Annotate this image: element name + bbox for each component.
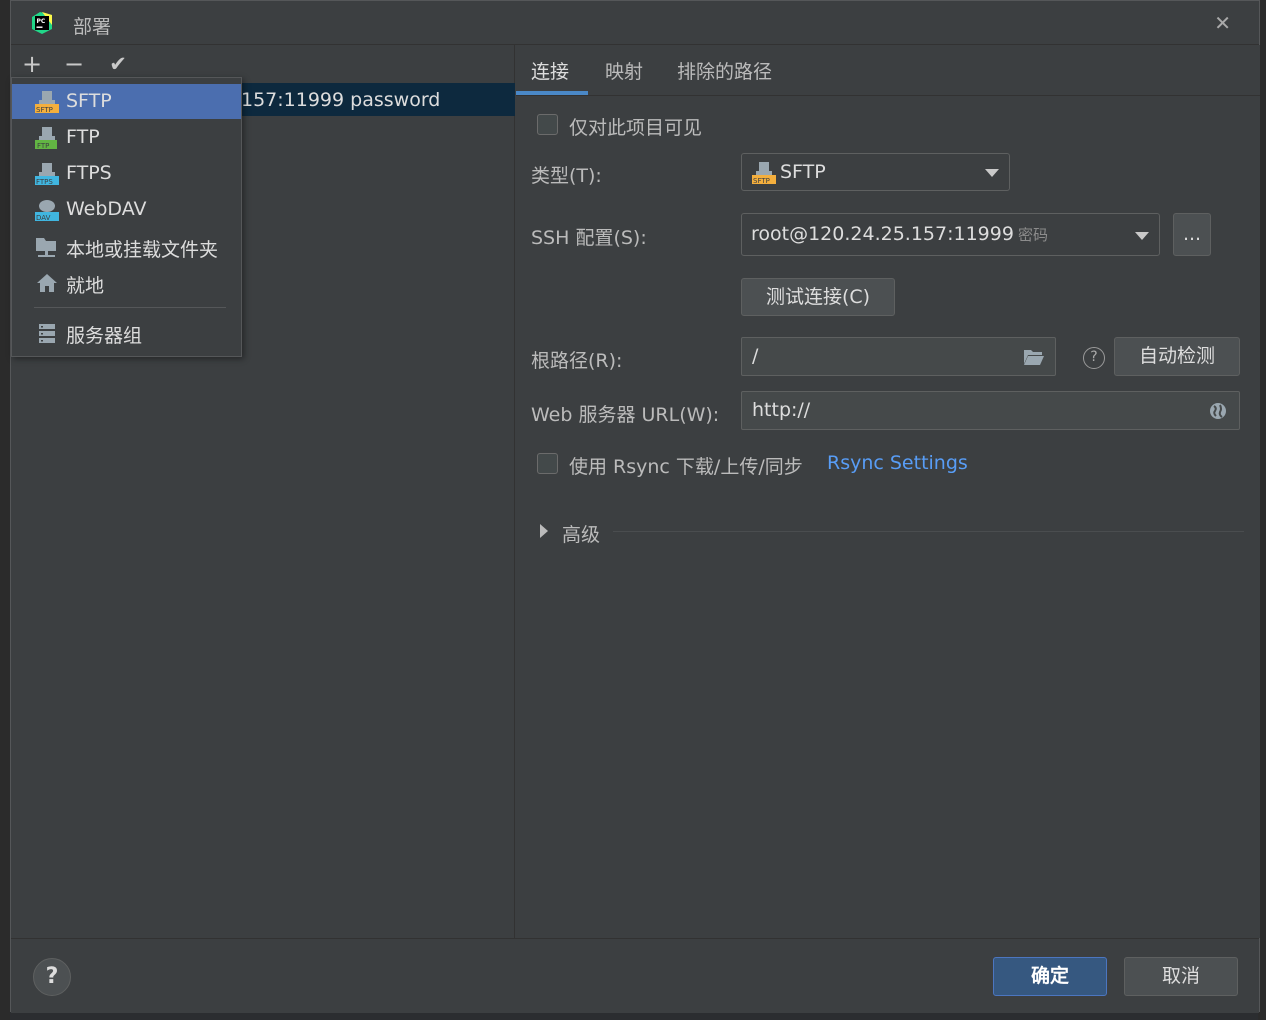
menu-item-ftp[interactable]: FTP FTP bbox=[12, 120, 241, 155]
remove-server-button[interactable]: − bbox=[59, 49, 89, 79]
menu-item-label: 本地或挂载文件夹 bbox=[66, 239, 219, 261]
globe-icon[interactable] bbox=[1207, 401, 1229, 421]
folder-icon bbox=[36, 238, 56, 257]
home-icon bbox=[37, 274, 57, 292]
advanced-section-label[interactable]: 高级 bbox=[562, 520, 600, 547]
svg-text:SFTP: SFTP bbox=[753, 177, 770, 185]
background-window-left bbox=[0, 0, 10, 1020]
menu-item-webdav[interactable]: DAV WebDAV bbox=[12, 192, 241, 227]
help-icon[interactable]: ? bbox=[1083, 347, 1105, 369]
test-connection-button[interactable]: 测试连接(C) bbox=[741, 278, 895, 316]
active-tab-indicator bbox=[516, 91, 588, 95]
autodetect-button[interactable]: 自动检测 bbox=[1114, 337, 1240, 376]
visible-only-checkbox[interactable] bbox=[537, 114, 558, 135]
rsync-label: 使用 Rsync 下载/上传/同步 bbox=[569, 456, 803, 478]
menu-item-label: FTPS bbox=[66, 162, 112, 184]
deployment-dialog: PC 部署 ✕ + − ✔ 157:11999 password SFTP SF… bbox=[10, 0, 1260, 1013]
menu-item-in-place[interactable]: 就地 bbox=[12, 265, 241, 300]
menu-item-label: FTP bbox=[66, 126, 100, 148]
sftp-icon: SFTP bbox=[752, 162, 776, 185]
add-server-type-menu: SFTP SFTP FTP FTP FTPS FTPS DAV WebDAV 本… bbox=[11, 77, 242, 357]
visible-only-label: 仅对此项目可见 bbox=[569, 117, 703, 139]
type-select[interactable]: SFTP SFTP bbox=[741, 153, 1010, 191]
close-icon[interactable]: ✕ bbox=[1214, 11, 1231, 35]
web-url-input[interactable]: http:// bbox=[741, 391, 1240, 430]
folder-open-icon[interactable] bbox=[1023, 347, 1045, 367]
server-settings-pane: 连接 映射 排除的路径 仅对此项目可见 类型(T): SFTP SFTP SSH… bbox=[516, 45, 1260, 938]
menu-separator bbox=[34, 307, 226, 308]
menu-item-label: 就地 bbox=[66, 275, 105, 297]
server-list-pane: + − ✔ 157:11999 password SFTP SFTP FTP F… bbox=[11, 45, 515, 938]
chevron-down-icon bbox=[985, 169, 999, 177]
ssh-config-label: SSH 配置(S): bbox=[531, 227, 647, 249]
chevron-down-icon bbox=[1135, 232, 1149, 240]
webdav-icon: DAV bbox=[35, 200, 59, 222]
ok-button[interactable]: 确定 bbox=[993, 957, 1107, 996]
tab-excluded-paths[interactable]: 排除的路径 bbox=[677, 57, 772, 84]
ssh-auth-hint: 密码 bbox=[1017, 226, 1048, 244]
svg-text:FTPS: FTPS bbox=[36, 178, 53, 186]
svg-text:PC: PC bbox=[37, 18, 46, 25]
type-value: SFTP bbox=[780, 161, 826, 183]
menu-item-server-group[interactable]: 服务器组 bbox=[12, 315, 241, 350]
apply-default-button[interactable]: ✔ bbox=[103, 49, 133, 79]
settings-tabs: 连接 映射 排除的路径 bbox=[516, 45, 1260, 96]
server-item-label: 157:11999 password bbox=[241, 89, 441, 111]
dialog-title: 部署 bbox=[73, 16, 112, 38]
dialog-footer: ? 确定 取消 bbox=[11, 938, 1259, 1013]
advanced-divider bbox=[613, 531, 1244, 532]
rsync-checkbox[interactable] bbox=[537, 453, 558, 474]
cancel-button[interactable]: 取消 bbox=[1124, 957, 1238, 996]
root-path-input[interactable]: / bbox=[741, 337, 1056, 376]
chevron-right-icon[interactable] bbox=[540, 524, 548, 538]
ssh-config-more-button[interactable]: ... bbox=[1173, 213, 1211, 256]
tab-mappings[interactable]: 映射 bbox=[605, 57, 643, 84]
type-label: 类型(T): bbox=[531, 165, 602, 187]
menu-item-ftps[interactable]: FTPS FTPS bbox=[12, 156, 241, 191]
ssh-config-select[interactable]: root@120.24.25.157:11999 密码 bbox=[741, 213, 1160, 256]
ssh-config-value: root@120.24.25.157:11999 密码 bbox=[751, 223, 1048, 245]
ftp-icon: FTP bbox=[35, 127, 57, 150]
menu-item-sftp[interactable]: SFTP SFTP bbox=[12, 84, 241, 119]
menu-item-local-folder[interactable]: 本地或挂载文件夹 bbox=[12, 229, 241, 264]
root-path-label: 根路径(R): bbox=[531, 350, 623, 372]
add-server-button[interactable]: + bbox=[17, 49, 47, 79]
rsync-settings-link[interactable]: Rsync Settings bbox=[827, 452, 968, 474]
ftps-icon: FTPS bbox=[35, 163, 59, 186]
server-group-icon bbox=[39, 324, 55, 343]
svg-text:DAV: DAV bbox=[36, 214, 51, 222]
title-bar: PC 部署 ✕ bbox=[11, 1, 1259, 45]
web-url-value: http:// bbox=[752, 399, 811, 421]
web-url-label: Web 服务器 URL(W): bbox=[531, 404, 720, 426]
menu-item-label: 服务器组 bbox=[66, 325, 143, 347]
menu-item-label: SFTP bbox=[66, 90, 112, 112]
svg-text:FTP: FTP bbox=[37, 142, 49, 150]
menu-item-label: WebDAV bbox=[66, 198, 147, 220]
tab-connection[interactable]: 连接 bbox=[531, 57, 569, 84]
help-button[interactable]: ? bbox=[33, 958, 71, 996]
root-path-value: / bbox=[752, 345, 759, 367]
svg-text:SFTP: SFTP bbox=[36, 106, 53, 114]
pycharm-app-icon: PC bbox=[32, 12, 52, 34]
sftp-icon: SFTP bbox=[35, 91, 59, 114]
